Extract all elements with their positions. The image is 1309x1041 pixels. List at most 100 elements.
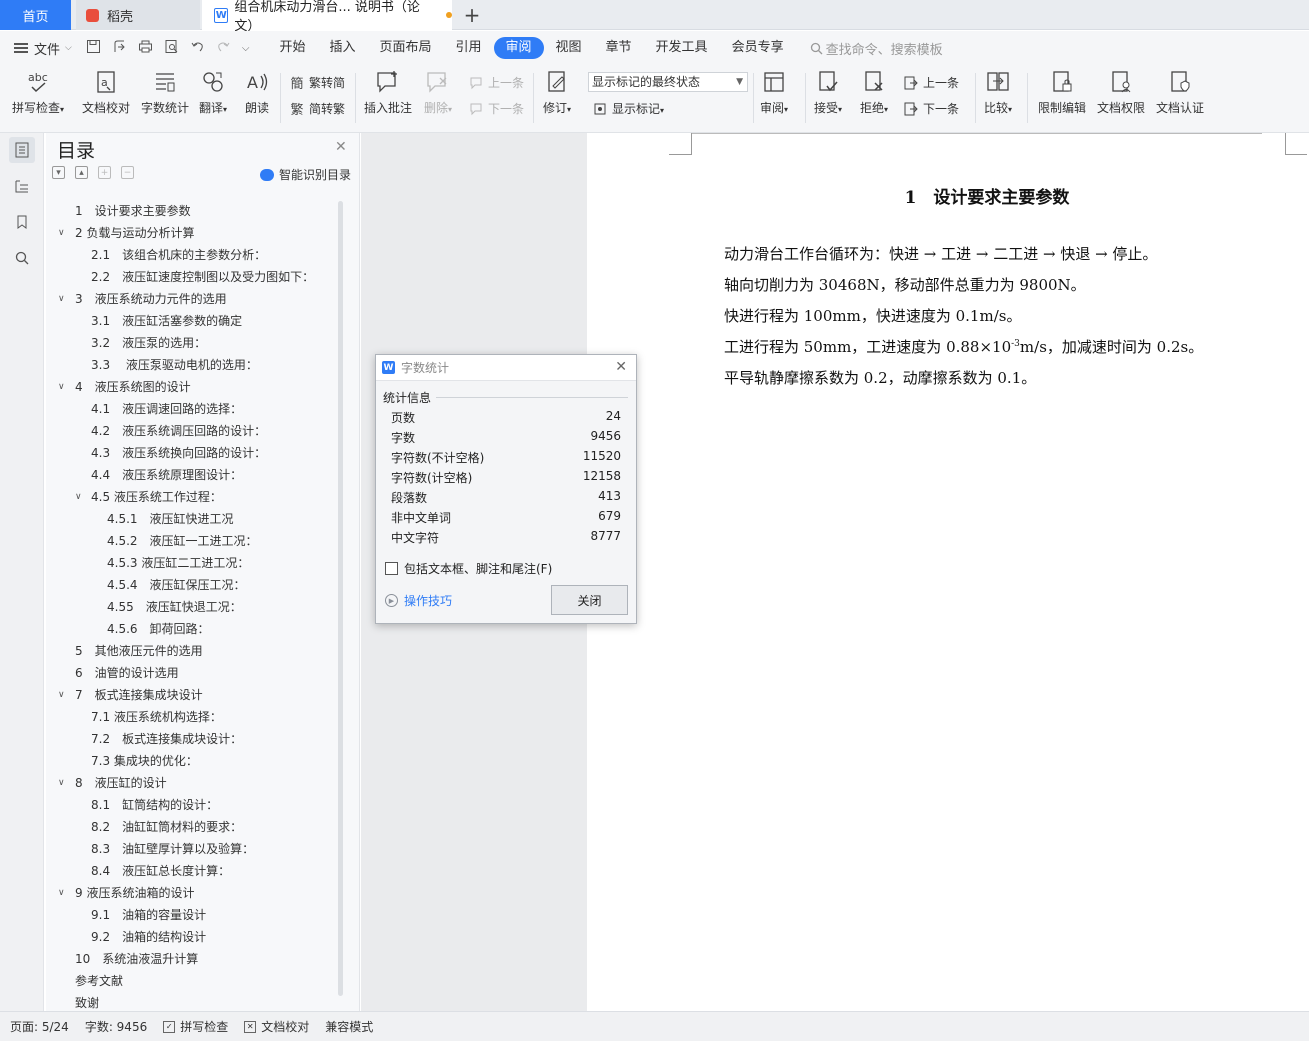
new-tab-button[interactable]: +: [460, 0, 484, 30]
tab-view[interactable]: 视图: [544, 37, 594, 59]
prev-change-button[interactable]: 上一条: [903, 74, 959, 91]
toc-item[interactable]: 3.1 液压缸活塞参数的确定: [46, 310, 336, 332]
toc-item[interactable]: 8.3 油缸壁厚计算以及验算：: [46, 838, 336, 860]
delete-comment-button[interactable]: 删除▾: [424, 69, 452, 116]
document-page[interactable]: 1 设计要求主要参数 动力滑台工作台循环为：快进 → 工进 → 二工进 → 快退…: [587, 133, 1309, 1011]
next-change-button[interactable]: 下一条: [903, 100, 959, 117]
spell-check-button[interactable]: abc 拼写检查▾: [12, 69, 64, 116]
toc-item[interactable]: ∨ 8 液压缸的设计: [46, 772, 336, 794]
doc-proof-button[interactable]: a 文档校对: [82, 69, 130, 116]
toc-item[interactable]: ∨ 4.5 液压系统工作过程：: [46, 486, 336, 508]
toc-item[interactable]: 7.3 集成块的优化：: [46, 750, 336, 772]
toc-item[interactable]: 4.5.6 卸荷回路：: [46, 618, 336, 640]
tab-page-layout[interactable]: 页面布局: [367, 37, 443, 59]
toc-item[interactable]: ∨ 9 液压系统油箱的设计: [46, 882, 336, 904]
toc-item[interactable]: 8.1 缸筒结构的设计：: [46, 794, 336, 816]
toc-item[interactable]: 4.1 液压调速回路的选择：: [46, 398, 336, 420]
tab-developer[interactable]: 开发工具: [644, 37, 720, 59]
tab-start[interactable]: 开始: [267, 37, 317, 59]
word-count-button[interactable]: 字数统计: [141, 69, 189, 116]
dialog-title-bar[interactable]: W 字数统计: [376, 355, 636, 381]
search-icon[interactable]: [9, 245, 35, 271]
show-markup-button[interactable]: 显示标记▾: [592, 100, 664, 117]
chevron-down-icon[interactable]: ∨: [58, 772, 65, 794]
bookmark-icon[interactable]: [9, 209, 35, 235]
toc-nav-icon[interactable]: [9, 137, 35, 163]
compare-button[interactable]: 比较▾: [984, 69, 1012, 116]
toc-item[interactable]: 4.5.4 液压缸保压工况：: [46, 574, 336, 596]
tab-member[interactable]: 会员专享: [720, 37, 796, 59]
next-comment-button[interactable]: 下一条: [468, 100, 524, 117]
chevron-down-icon[interactable]: ∨: [58, 882, 65, 904]
toc-item[interactable]: 4.5.1 液压缸快进工况: [46, 508, 336, 530]
chevron-down-icon[interactable]: ∨: [58, 288, 65, 310]
tab-home[interactable]: 首页: [0, 0, 71, 30]
toc-item[interactable]: 4.3 液压系统换向回路的设计：: [46, 442, 336, 464]
toc-item[interactable]: ∨ 7 板式连接集成块设计: [46, 684, 336, 706]
read-aloud-button[interactable]: A 朗读: [244, 69, 270, 116]
tab-section[interactable]: 章节: [594, 37, 644, 59]
chevron-down-icon[interactable]: ∨: [75, 486, 82, 508]
restrict-edit-button[interactable]: 限制编辑: [1038, 69, 1086, 116]
include-textbox-checkbox[interactable]: 包括文本框、脚注和尾注(F): [385, 560, 552, 577]
toc-scrollbar[interactable]: [338, 201, 343, 996]
print-icon[interactable]: [138, 39, 153, 58]
toc-item[interactable]: 4.55 液压缸快退工况：: [46, 596, 336, 618]
chapter-nav-icon[interactable]: [9, 173, 35, 199]
prev-comment-button[interactable]: 上一条: [468, 74, 524, 91]
toc-item[interactable]: 参考文献: [46, 970, 336, 992]
toc-item[interactable]: 9.2 油箱的结构设计: [46, 926, 336, 948]
file-menu[interactable]: 文件 ⌵: [14, 39, 72, 58]
toc-item[interactable]: 6 油管的设计选用: [46, 662, 336, 684]
doc-permission-button[interactable]: 文档权限: [1097, 69, 1145, 116]
undo-icon[interactable]: [190, 39, 205, 58]
tab-docer[interactable]: 稻壳: [76, 0, 200, 30]
toc-item[interactable]: 2.2 液压缸速度控制图以及受力图如下：: [46, 266, 336, 288]
toc-item[interactable]: 4.2 液压系统调压回路的设计：: [46, 420, 336, 442]
track-changes-button[interactable]: 修订▾: [543, 69, 571, 116]
toc-item[interactable]: 2.1 该组合机床的主参数分析：: [46, 244, 336, 266]
chevron-down-icon[interactable]: ∨: [58, 684, 65, 706]
toc-item[interactable]: 10 系统油液温升计算: [46, 948, 336, 970]
doc-proof-status[interactable]: ✕ 文档校对: [244, 1018, 309, 1035]
trad-to-simp-button[interactable]: 簡 繁转简: [289, 74, 345, 92]
markup-state-select[interactable]: 显示标记的最终状态 ▼: [588, 72, 748, 92]
tab-document[interactable]: W 组合机床动力滑台... 说明书（论文）: [202, 0, 452, 34]
review-pane-button[interactable]: 审阅▾: [760, 69, 788, 116]
command-search[interactable]: 查找命令、搜索模板: [810, 39, 943, 58]
accept-button[interactable]: 接受▾: [814, 69, 842, 116]
toc-item[interactable]: ∨ 4 液压系统图的设计: [46, 376, 336, 398]
chevron-down-icon[interactable]: ∨: [58, 376, 65, 398]
save-icon[interactable]: [86, 39, 101, 58]
close-button[interactable]: 关闭: [551, 585, 628, 615]
reject-button[interactable]: 拒绝▾: [860, 69, 888, 116]
collapse-all-icon[interactable]: ▴: [75, 166, 88, 179]
toc-item[interactable]: ∨ 3 液压系统动力元件的选用: [46, 288, 336, 310]
redo-icon[interactable]: [216, 39, 231, 58]
chevron-down-icon[interactable]: ∨: [58, 222, 65, 244]
export-pdf-icon[interactable]: [112, 39, 127, 58]
toc-item[interactable]: 7.1 液压系统机构选择：: [46, 706, 336, 728]
insert-comment-button[interactable]: 插入批注: [364, 69, 412, 116]
toc-item[interactable]: 8.2 油缸缸筒材料的要求：: [46, 816, 336, 838]
toc-item[interactable]: 4.5.3 液压缸二工进工况：: [46, 552, 336, 574]
smart-toc-button[interactable]: 智能识别目录: [260, 166, 351, 183]
remove-heading-icon[interactable]: −: [121, 166, 134, 179]
toc-item[interactable]: 5 其他液压元件的选用: [46, 640, 336, 662]
doc-certify-button[interactable]: 文档认证: [1156, 69, 1204, 116]
expand-all-icon[interactable]: ▾: [52, 166, 65, 179]
add-heading-icon[interactable]: +: [98, 166, 111, 179]
toc-item[interactable]: 8.4 液压缸总长度计算：: [46, 860, 336, 882]
translate-button[interactable]: 翻译▾: [199, 69, 227, 116]
spell-check-status[interactable]: ✓ 拼写检查: [163, 1018, 228, 1035]
toc-item[interactable]: 9.1 油箱的容量设计: [46, 904, 336, 926]
word-count-indicator[interactable]: 字数: 9456: [85, 1018, 147, 1035]
tab-review[interactable]: 审阅: [493, 37, 544, 59]
tab-insert[interactable]: 插入: [317, 37, 367, 59]
toc-item[interactable]: ∨ 2 负载与运动分析计算: [46, 222, 336, 244]
toc-item[interactable]: 3.2 液压泵的选用：: [46, 332, 336, 354]
page-indicator[interactable]: 页面: 5/24: [10, 1018, 69, 1035]
close-icon[interactable]: ✕: [335, 139, 347, 155]
quick-access-more-icon[interactable]: ⌵: [242, 43, 250, 54]
tips-link[interactable]: ▶ 操作技巧: [385, 592, 452, 609]
